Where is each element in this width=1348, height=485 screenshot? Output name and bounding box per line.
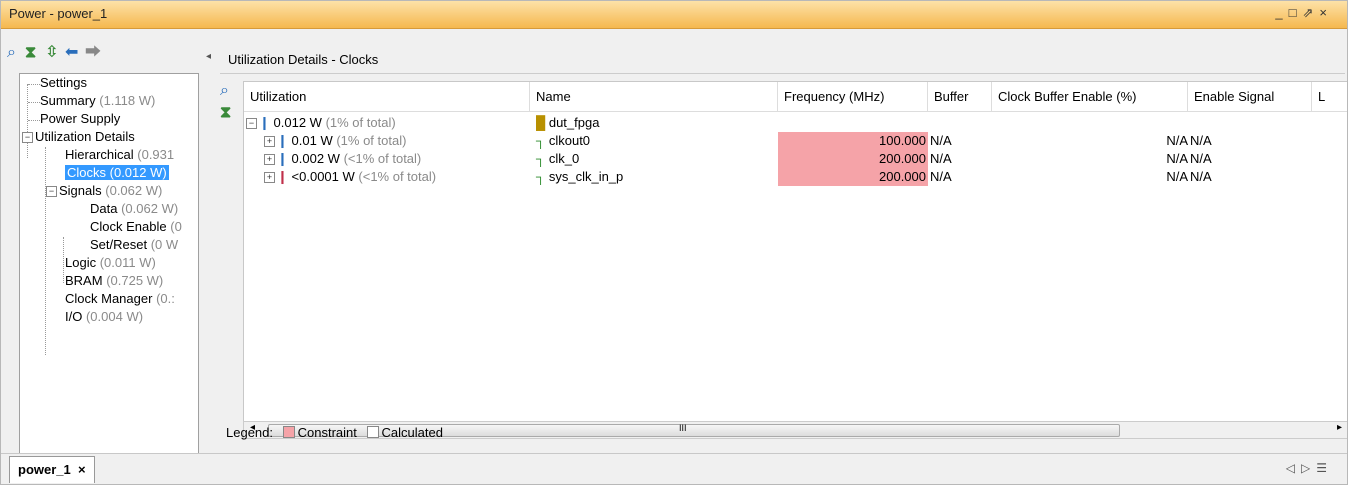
tab-navigation: ◁▷☰ <box>1286 461 1333 475</box>
frequency-cell[interactable]: 200.000 <box>778 150 928 168</box>
clock-signal-icon: ┐ <box>536 133 546 148</box>
column-header-name[interactable]: Name <box>530 82 778 112</box>
name-cell: ┐ clkout0 <box>536 133 591 148</box>
search-icon[interactable]: ⌕ <box>7 45 16 61</box>
scroll-right-icon[interactable]: ▸ <box>1337 422 1342 433</box>
title-bar: Power - power_1 _□⇗× <box>1 1 1347 29</box>
close-icon[interactable]: × <box>1319 5 1333 20</box>
buffer-cell: N/A <box>930 151 952 166</box>
tree-item-summary[interactable]: Summary (1.118 W) <box>40 92 155 110</box>
tree-item-power-supply[interactable]: Power Supply <box>40 110 120 128</box>
buffer-cell: N/A <box>930 133 952 148</box>
collapse-toggle-icon[interactable]: − <box>22 132 33 144</box>
tree-item-set-reset[interactable]: Set/Reset (0 W <box>90 236 178 254</box>
column-header-enable-signal[interactable]: Enable Signal <box>1188 82 1312 112</box>
tab-power-1[interactable]: power_1 × <box>9 456 95 483</box>
right-pane: ◂ Utilization Details - Clocks ⌕ ⧗ Utili… <box>206 29 1347 453</box>
clock-buffer-enable-cell: N/A <box>1166 133 1188 148</box>
collapse-toggle-icon[interactable]: − <box>246 118 257 130</box>
column-header-buffer[interactable]: Buffer <box>928 82 992 112</box>
expand-all-icon[interactable]: ⇳ <box>45 45 58 61</box>
tree-item-signals[interactable]: − Signals (0.062 W) <box>46 182 162 200</box>
tree-item-io[interactable]: I/O (0.004 W) <box>65 308 143 326</box>
tree-item-logic[interactable]: Logic (0.011 W) <box>65 254 156 272</box>
buffer-cell: N/A <box>930 169 952 184</box>
tab-prev-icon[interactable]: ◁ <box>1286 461 1301 475</box>
name-cell: ┐ clk_0 <box>536 151 580 166</box>
calculated-swatch <box>366 426 379 438</box>
back-arrow-icon[interactable]: ⬅ <box>65 45 78 61</box>
expand-toggle-icon[interactable]: + <box>264 172 275 184</box>
bar-icon: ❙ <box>277 133 288 148</box>
bar-icon: ❙ <box>277 169 288 184</box>
search-icon[interactable]: ⌕ <box>220 83 229 99</box>
left-toolbar: ⌕ ⧗ ⇳ ⬅ ⮕ <box>1 29 206 73</box>
legend: Legend: Constraint Calculated <box>226 425 443 440</box>
name-cell: ┐ sys_clk_in_p <box>536 169 624 184</box>
column-header-clock-buffer-enable[interactable]: Clock Buffer Enable (%) <box>992 82 1188 112</box>
enable-signal-cell: N/A <box>1190 169 1212 184</box>
column-header-utilization[interactable]: Utilization <box>244 82 530 112</box>
module-icon: █ <box>536 115 546 130</box>
expand-toggle-icon[interactable]: + <box>264 136 275 148</box>
collapse-left-pane-icon[interactable]: ◂ <box>206 51 211 62</box>
tab-list-icon[interactable]: ☰ <box>1316 461 1333 475</box>
tree-item-clocks[interactable]: Clocks (0.012 W) <box>65 164 169 182</box>
collapse-all-icon[interactable]: ⧗ <box>220 105 231 121</box>
tree-item-clock-enable[interactable]: Clock Enable (0 <box>90 218 182 236</box>
forward-arrow-icon[interactable]: ⮕ <box>85 45 101 61</box>
window-controls: _□⇗× <box>1275 5 1333 21</box>
window-title: Power - power_1 <box>9 6 108 21</box>
tree-item-data[interactable]: Data (0.062 W) <box>90 200 178 218</box>
minimize-icon[interactable]: _ <box>1275 5 1288 20</box>
collapse-toggle-icon[interactable]: − <box>46 186 57 198</box>
frequency-cell[interactable]: 200.000 <box>778 168 928 186</box>
tree-item-settings[interactable]: Settings <box>40 74 87 92</box>
panel-header: Utilization Details - Clocks <box>220 47 1345 74</box>
clock-signal-icon: ┐ <box>536 169 546 184</box>
tree-item-bram[interactable]: BRAM (0.725 W) <box>65 272 163 290</box>
tab-close-icon[interactable]: × <box>78 462 86 477</box>
clock-buffer-enable-cell: N/A <box>1166 151 1188 166</box>
utilization-table: Utilization Name Frequency (MHz) Buffer … <box>243 81 1347 423</box>
bottom-tab-bar: power_1 × ◁▷☰ <box>1 453 1347 484</box>
utilization-cell: + ❙ 0.01 W (1% of total) <box>264 132 406 150</box>
selected-item: Clocks (0.012 W) <box>65 165 169 180</box>
tree-item-utilization-details[interactable]: − Utilization Details <box>22 128 135 146</box>
tab-next-icon[interactable]: ▷ <box>1301 461 1316 475</box>
expand-toggle-icon[interactable]: + <box>264 154 275 166</box>
tree-item-hierarchical[interactable]: Hierarchical (0.931 <box>65 146 174 164</box>
bar-icon: ❙ <box>259 115 270 130</box>
power-window: Power - power_1 _□⇗× ⌕ ⧗ ⇳ ⬅ ⮕ Settings … <box>0 0 1348 485</box>
enable-signal-cell: N/A <box>1190 151 1212 166</box>
column-header-l[interactable]: L <box>1312 82 1347 112</box>
panel-title: Utilization Details - Clocks <box>228 52 379 67</box>
restore-icon[interactable]: □ <box>1289 5 1303 20</box>
power-tree[interactable]: Settings Summary (1.118 W) Power Supply … <box>19 73 199 457</box>
clock-signal-icon: ┐ <box>536 151 546 166</box>
bar-icon: ❙ <box>277 151 288 166</box>
column-header-frequency[interactable]: Frequency (MHz) <box>778 82 928 112</box>
utilization-cell: + ❙ <0.0001 W (<1% of total) <box>264 168 436 186</box>
root-name-cell: █ dut_fpga <box>536 115 600 130</box>
collapse-all-icon[interactable]: ⧗ <box>25 45 36 61</box>
utilization-cell: + ❙ 0.002 W (<1% of total) <box>264 150 421 168</box>
enable-signal-cell: N/A <box>1190 133 1212 148</box>
left-pane: ⌕ ⧗ ⇳ ⬅ ⮕ Settings Summary (1.118 W) Pow… <box>1 29 206 477</box>
tree-item-clock-manager[interactable]: Clock Manager (0.: <box>65 290 175 308</box>
constraint-swatch <box>282 426 295 438</box>
root-utilization-cell: − ❙ 0.012 W (1% of total) <box>246 114 396 132</box>
float-icon[interactable]: ⇗ <box>1303 5 1320 20</box>
clock-buffer-enable-cell: N/A <box>1166 169 1188 184</box>
frequency-cell[interactable]: 100.000 <box>778 132 928 150</box>
